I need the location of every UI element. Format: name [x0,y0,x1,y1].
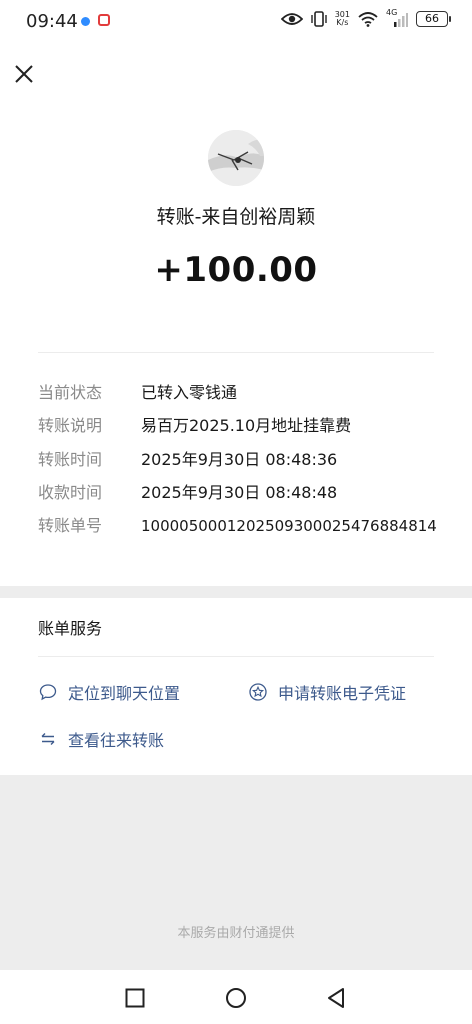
detail-value: 2025年9月30日 08:48:48 [141,483,338,502]
transfer-amount: +100.00 [154,250,318,290]
battery-icon: 66 [416,11,451,27]
exchange-arrows-icon [38,729,58,749]
status-bar: 09:44 301 K/s 4G 66 [0,0,472,44]
detail-value: 易百万2025.10月地址挂靠费 [141,416,352,435]
home-icon[interactable] [224,986,248,1010]
view-transfers-button[interactable]: 查看往来转账 [38,727,164,751]
close-icon[interactable] [10,60,38,88]
locate-chat-button[interactable]: 定位到聊天位置 [38,680,180,704]
back-icon[interactable] [324,986,348,1010]
section-title: 账单服务 [38,619,103,638]
detail-label: 当前状态 [38,383,103,402]
app-notification-icon [98,14,110,26]
detail-label: 转账时间 [38,450,103,469]
system-nav-bar [0,970,472,1024]
wifi-icon [358,12,378,27]
service-label: 申请转账电子凭证 [278,684,407,703]
detail-value: 2025年9月30日 08:48:36 [141,450,338,469]
chat-bubble-icon [38,682,58,702]
detail-label: 转账说明 [38,416,103,435]
detail-label: 收款时间 [38,483,103,502]
vibrate-icon [311,11,327,27]
divider [38,656,434,657]
apply-voucher-button[interactable]: 申请转账电子凭证 [248,680,406,704]
transfer-title: 转账-来自创裕周颖 [156,206,316,228]
bill-services-card: 账单服务 定位到聊天位置 申请转账电子凭证 查看往来转账 [0,598,472,775]
network-speed-unit: K/s [336,18,349,27]
notification-dot-icon [81,17,90,26]
status-icons: 301 K/s 4G 66 [280,8,451,28]
badge-star-icon [248,682,268,702]
transfer-detail-card: 转账-来自创裕周颖 +100.00 当前状态 已转入零钱通 转账说明 易百万20… [0,44,472,586]
detail-value: 已转入零钱通 [141,383,238,402]
eye-icon [280,13,303,25]
detail-value[interactable]: 1000050001202509300025476884814 [141,515,437,537]
cellular-signal-icon: 4G [386,8,408,28]
footer-provider-text: 本服务由财付通提供 [177,926,295,941]
service-label: 查看往来转账 [68,731,165,750]
service-label: 定位到聊天位置 [68,684,181,703]
detail-label: 转账单号 [38,516,103,535]
status-time: 09:44 [26,11,78,32]
avatar-image [208,130,264,186]
recent-apps-icon[interactable] [123,986,147,1010]
network-speed: 301 K/s [335,11,350,27]
avatar [208,130,264,186]
divider [38,352,434,353]
